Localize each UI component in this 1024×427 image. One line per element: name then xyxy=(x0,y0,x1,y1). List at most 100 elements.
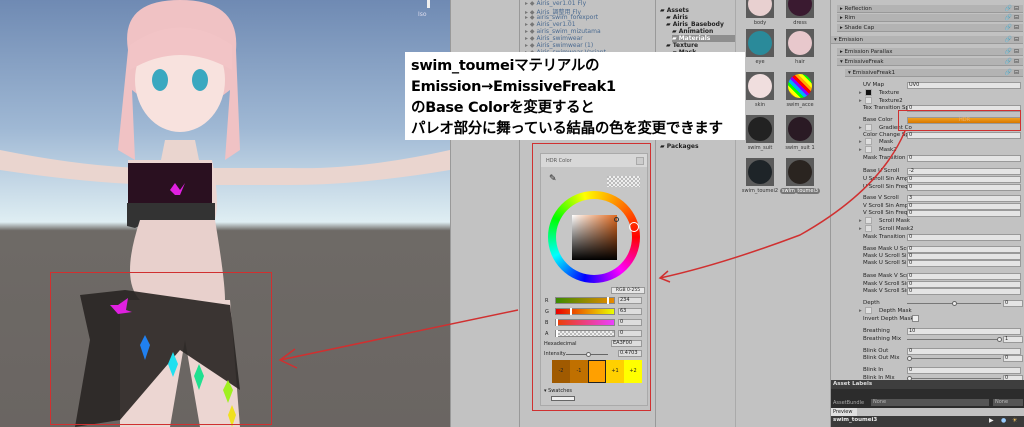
folder-item[interactable]: ▰ Airis_Basebody xyxy=(666,21,724,28)
material-thumbnail[interactable] xyxy=(786,0,814,18)
section-header[interactable]: ▸ Rim 🔗 ⊟ xyxy=(837,14,1023,22)
property-input[interactable]: 0 xyxy=(907,154,1021,162)
property-input[interactable]: 0 xyxy=(907,233,1021,241)
property-input[interactable]: 0 xyxy=(907,272,1021,280)
assetbundle-variant-select[interactable]: None xyxy=(993,399,1023,406)
property-slider[interactable] xyxy=(907,356,1001,361)
folder-item[interactable]: ▰ Packages xyxy=(660,143,699,150)
material-label[interactable]: swim_suit 1 xyxy=(780,145,820,151)
sphere-icon[interactable]: ● xyxy=(1001,417,1006,424)
inspector-row: Base V Scroll 3 xyxy=(831,194,1024,202)
property-slider[interactable] xyxy=(907,301,1001,306)
link-icon[interactable]: 🔗 ⊟ xyxy=(1005,14,1019,22)
property-input[interactable]: UV0 xyxy=(907,81,1021,89)
material-label[interactable]: dress xyxy=(780,20,820,26)
section-header[interactable]: ▸ Emission Parallax 🔗 ⊟ xyxy=(837,48,1023,56)
material-label[interactable]: swim_acce xyxy=(780,102,820,108)
expand-arrow-icon[interactable]: ▸ xyxy=(859,146,862,154)
projection-label[interactable]: Iso xyxy=(418,11,427,18)
texture-slot[interactable] xyxy=(865,217,872,224)
property-slider[interactable] xyxy=(907,376,1001,381)
material-sphere xyxy=(748,74,772,98)
preview-tab[interactable]: Preview xyxy=(831,408,857,416)
material-label[interactable]: hair xyxy=(780,59,820,65)
section-header[interactable]: ▸ Reflection 🔗 ⊟ xyxy=(837,5,1023,13)
texture-slot[interactable] xyxy=(865,97,872,104)
expand-arrow-icon[interactable]: ▸ xyxy=(859,217,862,225)
property-input[interactable]: 0 xyxy=(907,366,1021,374)
link-icon[interactable]: 🔗 ⊟ xyxy=(1005,5,1019,13)
texture-slot[interactable] xyxy=(865,225,872,232)
property-value[interactable]: 0 xyxy=(1003,299,1023,307)
link-icon[interactable]: 🔗 ⊟ xyxy=(1005,36,1019,44)
folder-item[interactable]: ▰ Assets xyxy=(660,7,689,14)
asset-list-item[interactable]: Airis_swimwear (1) xyxy=(525,42,593,49)
light-icon[interactable]: ☀ xyxy=(1012,417,1017,424)
play-icon[interactable]: ▶ xyxy=(989,417,994,424)
assetbundle-select[interactable]: None xyxy=(871,399,989,406)
section-header[interactable]: ▾ EmissiveFreak 🔗 ⊟ xyxy=(837,58,1023,66)
material-thumbnail[interactable] xyxy=(786,115,814,143)
link-icon[interactable]: 🔗 ⊟ xyxy=(1005,69,1019,77)
material-thumbnail[interactable] xyxy=(746,0,774,18)
material-label[interactable]: swim_toumei2 xyxy=(740,188,780,194)
property-input[interactable]: 0 xyxy=(907,287,1021,295)
link-icon[interactable]: 🔗 ⊟ xyxy=(1005,24,1019,32)
material-label[interactable]: body xyxy=(740,20,780,26)
section-header[interactable]: ▸ Shade Cap 🔗 ⊟ xyxy=(837,24,1023,32)
property-input[interactable]: -2 xyxy=(907,167,1021,175)
property-value[interactable]: 1 xyxy=(1003,335,1023,343)
property-input[interactable]: 3 xyxy=(907,194,1021,202)
link-icon[interactable]: 🔗 ⊟ xyxy=(1005,48,1019,56)
texture-slot[interactable] xyxy=(865,124,872,131)
property-input[interactable]: 0 xyxy=(907,209,1021,217)
folder-item[interactable]: ▰ Texture xyxy=(666,42,698,49)
asset-list-item[interactable]: airis_swim_forexport xyxy=(525,14,598,21)
material-thumbnail[interactable] xyxy=(746,115,774,143)
property-input[interactable]: 0 xyxy=(907,175,1021,183)
link-icon[interactable]: 🔗 ⊟ xyxy=(1005,58,1019,66)
slider-handle[interactable] xyxy=(952,301,957,306)
annotation-line: パレオ部分に舞っている結晶の色を変更できます xyxy=(411,121,723,137)
texture-slot[interactable] xyxy=(865,138,872,145)
texture-slot[interactable] xyxy=(865,307,872,314)
property-input[interactable]: 0 xyxy=(907,259,1021,267)
section-header[interactable]: ▾ EmissiveFreak1 🔗 ⊟ xyxy=(845,69,1023,77)
expand-arrow-icon[interactable]: ▸ xyxy=(859,138,862,146)
orientation-gizmo[interactable] xyxy=(427,0,430,8)
property-label: Base U Scroll xyxy=(863,168,899,174)
expand-arrow-icon[interactable]: ▸ xyxy=(859,225,862,233)
asset-list-item[interactable]: Airis_swimwear xyxy=(525,35,582,42)
property-input[interactable]: 10 xyxy=(907,327,1021,335)
asset-list-item[interactable]: Airis_ver1.01 Fly xyxy=(525,0,586,7)
material-thumbnail[interactable] xyxy=(746,72,774,100)
folder-item[interactable]: ▰ Airis xyxy=(666,14,688,21)
material-label[interactable]: skin xyxy=(740,102,780,108)
inspector-row: Blink Out Mix 0 xyxy=(831,354,1024,362)
slider-handle[interactable] xyxy=(997,337,1002,342)
asset-list-item[interactable]: airis_swim_mizutama xyxy=(525,28,600,35)
material-thumbnail[interactable] xyxy=(786,72,814,100)
material-label[interactable]: swim_toumei3 xyxy=(780,188,820,194)
section-header[interactable]: ▾ Emission 🔗 ⊟ xyxy=(831,36,1023,44)
material-thumbnail[interactable] xyxy=(746,29,774,57)
folder-item[interactable]: ▰ Animation xyxy=(672,28,713,35)
material-thumbnail[interactable] xyxy=(786,158,814,186)
texture-slot[interactable] xyxy=(865,146,872,153)
material-label[interactable]: eye xyxy=(740,59,780,65)
material-thumbnail[interactable] xyxy=(746,158,774,186)
asset-labels-header[interactable]: Asset Labels xyxy=(831,380,1024,389)
material-label[interactable]: swim_suit xyxy=(740,145,780,151)
property-checkbox[interactable] xyxy=(912,315,919,322)
folder-item[interactable]: ▰ Materials xyxy=(672,35,736,42)
property-value[interactable]: 0 xyxy=(1003,354,1023,362)
slider-handle[interactable] xyxy=(907,356,912,361)
section-title: Rim xyxy=(844,15,856,21)
material-thumbnail[interactable] xyxy=(786,29,814,57)
asset-list-item[interactable]: Airis_ver1.01 xyxy=(525,21,575,28)
property-slider[interactable] xyxy=(907,337,1002,342)
expand-arrow-icon[interactable]: ▸ xyxy=(859,89,862,97)
texture-slot[interactable] xyxy=(865,89,872,96)
property-input[interactable]: 0 xyxy=(907,183,1021,191)
expand-arrow-icon[interactable]: ▸ xyxy=(859,307,862,315)
